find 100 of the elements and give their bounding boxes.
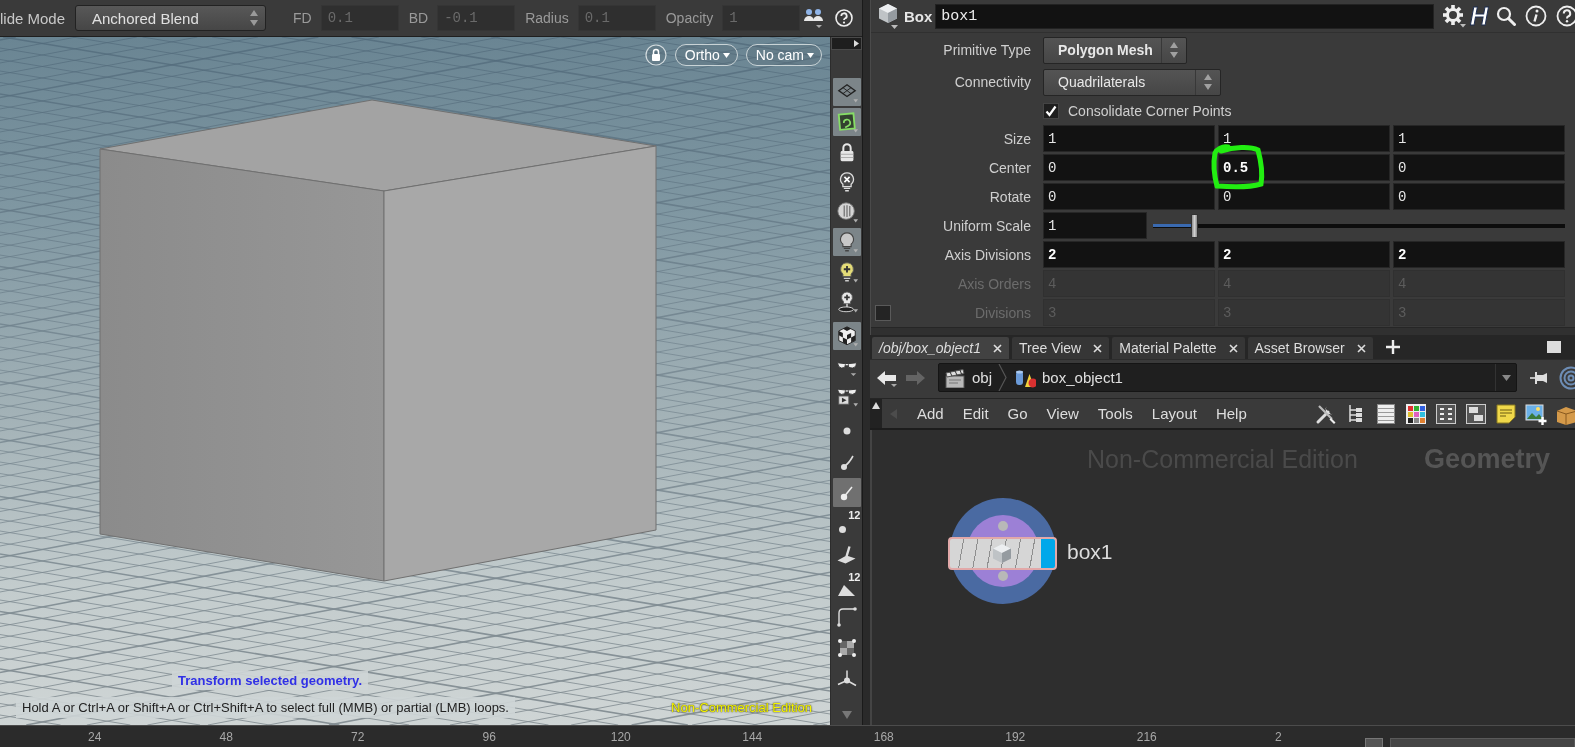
spiral-icon[interactable] (1557, 365, 1575, 390)
menu-item[interactable]: Layout (1147, 405, 1201, 422)
striped-sphere-icon (835, 201, 858, 223)
frame-number: 72 (351, 729, 365, 744)
cube-icon[interactable] (876, 2, 900, 30)
value-field[interactable]: 2 (1393, 241, 1565, 268)
view-menu-button[interactable]: Ortho (674, 44, 738, 66)
edition-label: Non-Commercial Edition (671, 700, 812, 715)
menu-item[interactable]: Go (1003, 405, 1032, 422)
toolbar-grip[interactable] (870, 399, 882, 428)
scroll-down-icon[interactable] (841, 711, 852, 719)
frame-number: 168 (873, 729, 894, 744)
help-icon[interactable] (1556, 5, 1575, 27)
tool-button[interactable]: 12 (832, 509, 861, 538)
point-pick-icon (840, 484, 853, 501)
bulb-stand-icon (835, 291, 858, 313)
pane-tab[interactable]: Asset Browser (1247, 337, 1373, 359)
point-number-icon (838, 526, 846, 533)
view-menu-button[interactable]: No cam (745, 44, 822, 66)
frame-number: 144 (742, 729, 763, 744)
search-icon[interactable] (1496, 6, 1516, 26)
h-menu-button[interactable]: H (1467, 3, 1490, 29)
value-field[interactable]: 1 (1218, 125, 1390, 152)
framed-spiral-icon (835, 111, 858, 133)
frame-number: 24 (88, 729, 102, 744)
info-icon[interactable] (1525, 5, 1547, 27)
gear-icon[interactable] (1441, 4, 1466, 28)
parameter-label: Axis Divisions (944, 246, 1031, 263)
value-field[interactable]: 1 (1043, 125, 1215, 152)
help-icon[interactable] (835, 9, 853, 27)
slider-thumb[interactable] (1190, 213, 1198, 238)
value-field[interactable]: 1 (1043, 212, 1147, 239)
tool-button[interactable] (832, 322, 861, 350)
parameter-label: Primitive Type (943, 42, 1031, 58)
tools-icon[interactable] (1315, 402, 1337, 425)
node-name-field[interactable]: box1 (935, 3, 1434, 29)
tool-button[interactable] (832, 478, 861, 507)
spinner-icon (1168, 41, 1179, 59)
menu-dropdown[interactable]: Polygon Mesh (1043, 36, 1187, 64)
value-field[interactable]: 0 (1393, 183, 1565, 210)
menu-item[interactable]: Tools (1093, 405, 1137, 422)
scroll-right-icon[interactable] (831, 37, 862, 50)
value-field[interactable]: 0 (1043, 154, 1215, 181)
pane-tab[interactable]: Tree View (1011, 337, 1110, 359)
dots-grid-icon[interactable] (1435, 402, 1457, 425)
value-field[interactable]: 2 (1043, 241, 1215, 268)
value-field[interactable]: 0 (1218, 183, 1390, 210)
pane-tab[interactable]: Material Palette (1112, 337, 1245, 359)
pane-tab[interactable]: /obj/box_object1 (872, 337, 1009, 359)
menu-item[interactable]: Help (1211, 405, 1251, 422)
plane-number-icon (837, 585, 855, 596)
checkbox-label: Consolidate Corner Points (1068, 103, 1232, 119)
frame-number: 2 (1274, 729, 1282, 744)
value-field[interactable]: 1 (1393, 125, 1565, 152)
parameter-label: Uniform Scale (943, 217, 1031, 234)
node-type-label: Box (904, 7, 933, 25)
menu-dropdown[interactable]: Quadrilaterals (1043, 68, 1221, 96)
plus-icon[interactable] (1385, 340, 1400, 354)
cube-icon (990, 541, 1014, 566)
users-icon[interactable] (803, 7, 823, 29)
value-field[interactable]: 0.5 (1218, 154, 1390, 181)
list-icon[interactable] (1375, 402, 1397, 425)
image-add-icon[interactable] (1525, 402, 1547, 425)
menu-item[interactable]: Add (913, 405, 948, 422)
checkbox[interactable] (1043, 103, 1059, 119)
sticky-note-icon[interactable] (1495, 402, 1517, 425)
path-segment[interactable]: box_object1 (1014, 367, 1123, 388)
field-label: FD (293, 10, 312, 26)
close-icon[interactable] (1093, 343, 1103, 353)
geometry-node[interactable] (948, 537, 1057, 570)
tool-button[interactable]: 12 (832, 571, 861, 600)
parameter-label: Rotate (989, 188, 1031, 205)
tool-button[interactable] (832, 108, 861, 136)
close-icon[interactable] (992, 343, 1002, 353)
value-field[interactable]: 2 (1218, 241, 1390, 268)
palette-icon[interactable] (1405, 402, 1427, 425)
layout-icon[interactable] (1465, 402, 1487, 425)
field-label: BD (408, 10, 429, 26)
path-bar[interactable]: obj box_object1 (938, 363, 1517, 392)
caret-icon[interactable] (1501, 374, 1511, 381)
curve-icon (836, 606, 857, 627)
transform-handle-icon (836, 670, 857, 687)
value-field[interactable]: 0 (1043, 183, 1215, 210)
hint-title: Transform selected geometry. (172, 671, 368, 690)
frame-number: 192 (1005, 729, 1026, 744)
menu-item[interactable]: View (1042, 405, 1083, 422)
input-connector[interactable] (998, 521, 1008, 531)
value-field[interactable]: 0 (1393, 154, 1565, 181)
parameter-label: Connectivity (954, 74, 1031, 90)
point-icon (842, 426, 851, 435)
parameter-label: Center (988, 159, 1031, 176)
lock-icon[interactable] (644, 44, 667, 66)
close-icon[interactable] (1356, 343, 1366, 353)
tool-button[interactable] (832, 228, 861, 256)
path-segment[interactable]: obj (944, 367, 993, 388)
menu-item[interactable]: Edit (958, 405, 993, 422)
checkmark-icon (1045, 105, 1057, 117)
frame-number: 48 (219, 729, 233, 744)
mode-dropdown[interactable]: Anchored Blend (75, 5, 266, 31)
close-icon[interactable] (1228, 343, 1238, 353)
